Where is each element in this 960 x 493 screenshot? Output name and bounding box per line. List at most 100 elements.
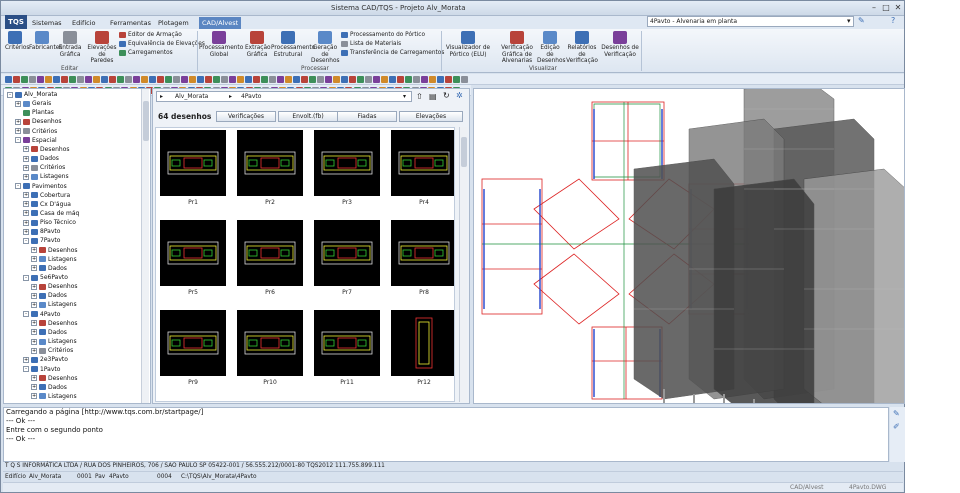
tree-node[interactable]: + Dados <box>31 328 67 337</box>
criterios-button[interactable]: Critérios <box>5 31 29 52</box>
grid-scrollbar[interactable] <box>459 127 467 402</box>
tree-node[interactable]: + Desenhos <box>31 246 78 255</box>
tool-icon[interactable] <box>45 76 52 83</box>
tool-icon[interactable] <box>29 76 36 83</box>
tool-icon[interactable] <box>453 76 460 83</box>
pencil-icon[interactable]: ✎ <box>858 16 865 25</box>
expand-icon[interactable]: + <box>23 173 29 180</box>
drawing-thumbnail[interactable]: Pr7 <box>314 220 380 298</box>
collapse-icon[interactable]: - <box>15 137 21 144</box>
collapse-icon[interactable]: - <box>23 366 29 372</box>
tool-icon[interactable] <box>197 76 204 83</box>
expand-icon[interactable]: + <box>23 210 29 217</box>
expand-icon[interactable]: + <box>23 201 29 208</box>
tool-icon[interactable] <box>397 76 404 83</box>
expand-icon[interactable]: + <box>15 128 21 135</box>
editor-armacao-button[interactable]: Editor de Armação <box>119 31 182 39</box>
tool-icon[interactable] <box>133 76 140 83</box>
tool-icon[interactable] <box>293 76 300 83</box>
tool-icon[interactable] <box>173 76 180 83</box>
tool-icon[interactable] <box>157 76 164 83</box>
tool-icon[interactable] <box>269 76 276 83</box>
tool-icon[interactable] <box>341 76 348 83</box>
breadcrumb[interactable]: ▸ Alv_Morata ▸ 4Pavto ▾ <box>156 91 412 102</box>
entrada-grafica-button[interactable]: Entrada Gráfica <box>57 31 83 58</box>
tool-icon[interactable] <box>389 76 396 83</box>
expand-icon[interactable]: + <box>15 118 21 125</box>
scroll-thumb[interactable] <box>461 137 467 167</box>
tool-icon[interactable] <box>181 76 188 83</box>
verificacao-grafica-button[interactable]: Verificação Gráfica de Alvenarias <box>499 31 535 65</box>
menu-tab-2[interactable]: Ferramentas <box>107 17 154 29</box>
expand-icon[interactable]: + <box>23 155 29 162</box>
tool-icon[interactable] <box>189 76 196 83</box>
tool-icon[interactable] <box>317 76 324 83</box>
tree-node[interactable]: + Critérios <box>31 346 73 355</box>
tree-node[interactable]: Plantas <box>15 108 54 117</box>
drawing-thumbnail[interactable]: Pr2 <box>237 130 303 208</box>
tool-icon[interactable] <box>277 76 284 83</box>
tree-node[interactable]: - Pavimentos <box>15 182 67 191</box>
tool-icon[interactable] <box>253 76 260 83</box>
chevron-down-icon[interactable]: ▾ <box>847 17 851 25</box>
tool-icon[interactable] <box>109 76 116 83</box>
tree-node[interactable]: + Dados <box>23 154 59 163</box>
expand-icon[interactable]: + <box>31 393 37 400</box>
tool-icon[interactable] <box>213 76 220 83</box>
menu-tab-3[interactable]: Plotagem <box>155 17 192 29</box>
tool-icon[interactable] <box>77 76 84 83</box>
expand-icon[interactable]: + <box>31 384 37 391</box>
tool-icon[interactable] <box>245 76 252 83</box>
tree-node[interactable]: + Desenhos <box>31 374 78 383</box>
document-selector[interactable]: 4Pavto - Alvenaria em planta <box>647 16 854 27</box>
project-tree[interactable]: - Alv_Morata + Gerais Plantas + Desenhos + Crité… <box>3 88 151 404</box>
fabricantes-button[interactable]: Fabricantes <box>29 31 62 52</box>
tool-icon[interactable] <box>405 76 412 83</box>
processamento-global-button[interactable]: Processamento Global <box>199 31 243 58</box>
maximize-icon[interactable]: □ <box>881 3 891 13</box>
tree-node[interactable]: + Dados <box>31 383 67 392</box>
tool-icon[interactable] <box>205 76 212 83</box>
menu-tab-1[interactable]: Edifício <box>69 17 99 29</box>
edicao-desenhos-button[interactable]: Edição de Desenhos <box>537 31 566 65</box>
expand-icon[interactable]: + <box>31 265 37 272</box>
tree-node[interactable]: + Desenhos <box>23 145 70 154</box>
tool-icon[interactable] <box>357 76 364 83</box>
tool-icon[interactable] <box>237 76 244 83</box>
drawing-thumbnail[interactable]: Pr3 <box>314 130 380 208</box>
tool-icon[interactable] <box>53 76 60 83</box>
tree-node[interactable]: + Piso Técnico <box>23 218 76 227</box>
tool-icon[interactable] <box>5 76 12 83</box>
processamento-estrutural-button[interactable]: Processamento Estrutural <box>271 31 315 58</box>
tool-icon[interactable] <box>333 76 340 83</box>
carregamentos-button[interactable]: Carregamentos <box>119 49 173 57</box>
drawing-thumbnail[interactable]: Pr9 <box>160 310 226 388</box>
visualizador-portico-button[interactable]: Visualizador de Pórtico (ELU) <box>443 31 493 58</box>
expand-icon[interactable]: + <box>31 375 37 382</box>
list-view-icon[interactable]: ▤ <box>429 92 437 101</box>
drawing-thumbnail[interactable]: Pr5 <box>160 220 226 298</box>
tool-icon[interactable] <box>301 76 308 83</box>
lista-materiais-button[interactable]: Lista de Materiais <box>341 40 401 48</box>
filter-verificacoes-button[interactable]: Verificações <box>216 111 276 122</box>
tool-icon[interactable] <box>117 76 124 83</box>
expand-icon[interactable]: + <box>31 247 37 254</box>
collapse-icon[interactable]: - <box>23 237 29 244</box>
tool-icon[interactable] <box>429 76 436 83</box>
tree-node[interactable]: + Dados <box>31 264 67 273</box>
tree-node[interactable]: + Listagens <box>31 337 77 346</box>
tree-node[interactable]: + Desenhos <box>31 282 78 291</box>
tree-node[interactable]: + Gerais <box>15 99 51 108</box>
help-icon[interactable]: ? <box>891 16 895 25</box>
expand-icon[interactable]: + <box>23 192 29 199</box>
menu-tab-4[interactable]: CAD/Alvest <box>199 17 242 29</box>
tree-node[interactable]: + Listagens <box>31 255 77 264</box>
tree-node[interactable]: + Listagens <box>31 392 77 401</box>
breadcrumb-project[interactable]: Alv_Morata <box>175 92 208 102</box>
expand-icon[interactable]: + <box>31 283 37 290</box>
tool-icon[interactable] <box>349 76 356 83</box>
refresh-icon[interactable]: ↻ <box>443 91 450 100</box>
clear-icon[interactable]: ✐ <box>893 422 900 431</box>
drawing-thumbnail[interactable]: Pr1 <box>160 130 226 208</box>
expand-icon[interactable]: + <box>23 164 29 171</box>
